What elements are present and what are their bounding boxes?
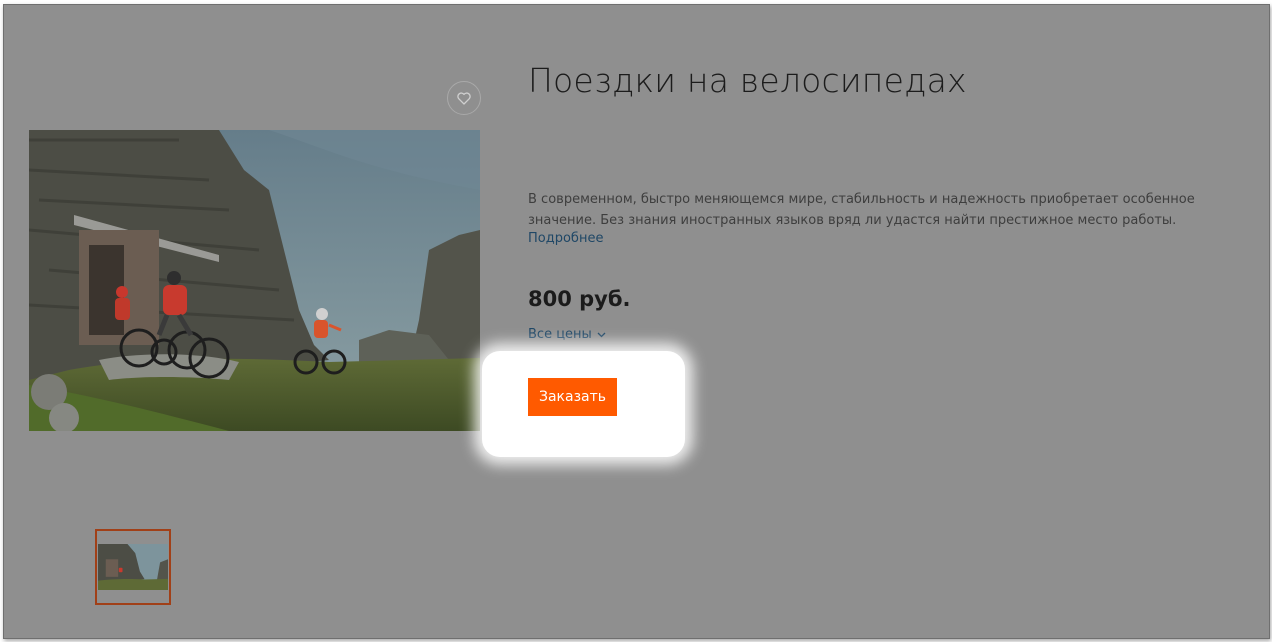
thumbnail-image: [98, 544, 168, 590]
heart-icon: [457, 91, 471, 105]
product-price: 800 руб.: [528, 287, 631, 311]
page-overlay: Поездки на велосипедах В современном, бы…: [3, 4, 1270, 639]
product-image[interactable]: [29, 130, 480, 431]
order-button[interactable]: Заказать: [528, 378, 617, 416]
all-prices-label: Все цены: [528, 327, 592, 342]
more-link[interactable]: Подробнее: [528, 231, 603, 246]
thumbnail-item[interactable]: [95, 529, 171, 605]
chevron-down-icon: [597, 332, 606, 337]
all-prices-dropdown[interactable]: Все цены: [528, 327, 606, 342]
favorite-button[interactable]: [447, 81, 481, 115]
product-title: Поездки на велосипедах: [528, 61, 967, 100]
product-description: В современном, быстро меняющемся мире, с…: [528, 192, 1195, 228]
